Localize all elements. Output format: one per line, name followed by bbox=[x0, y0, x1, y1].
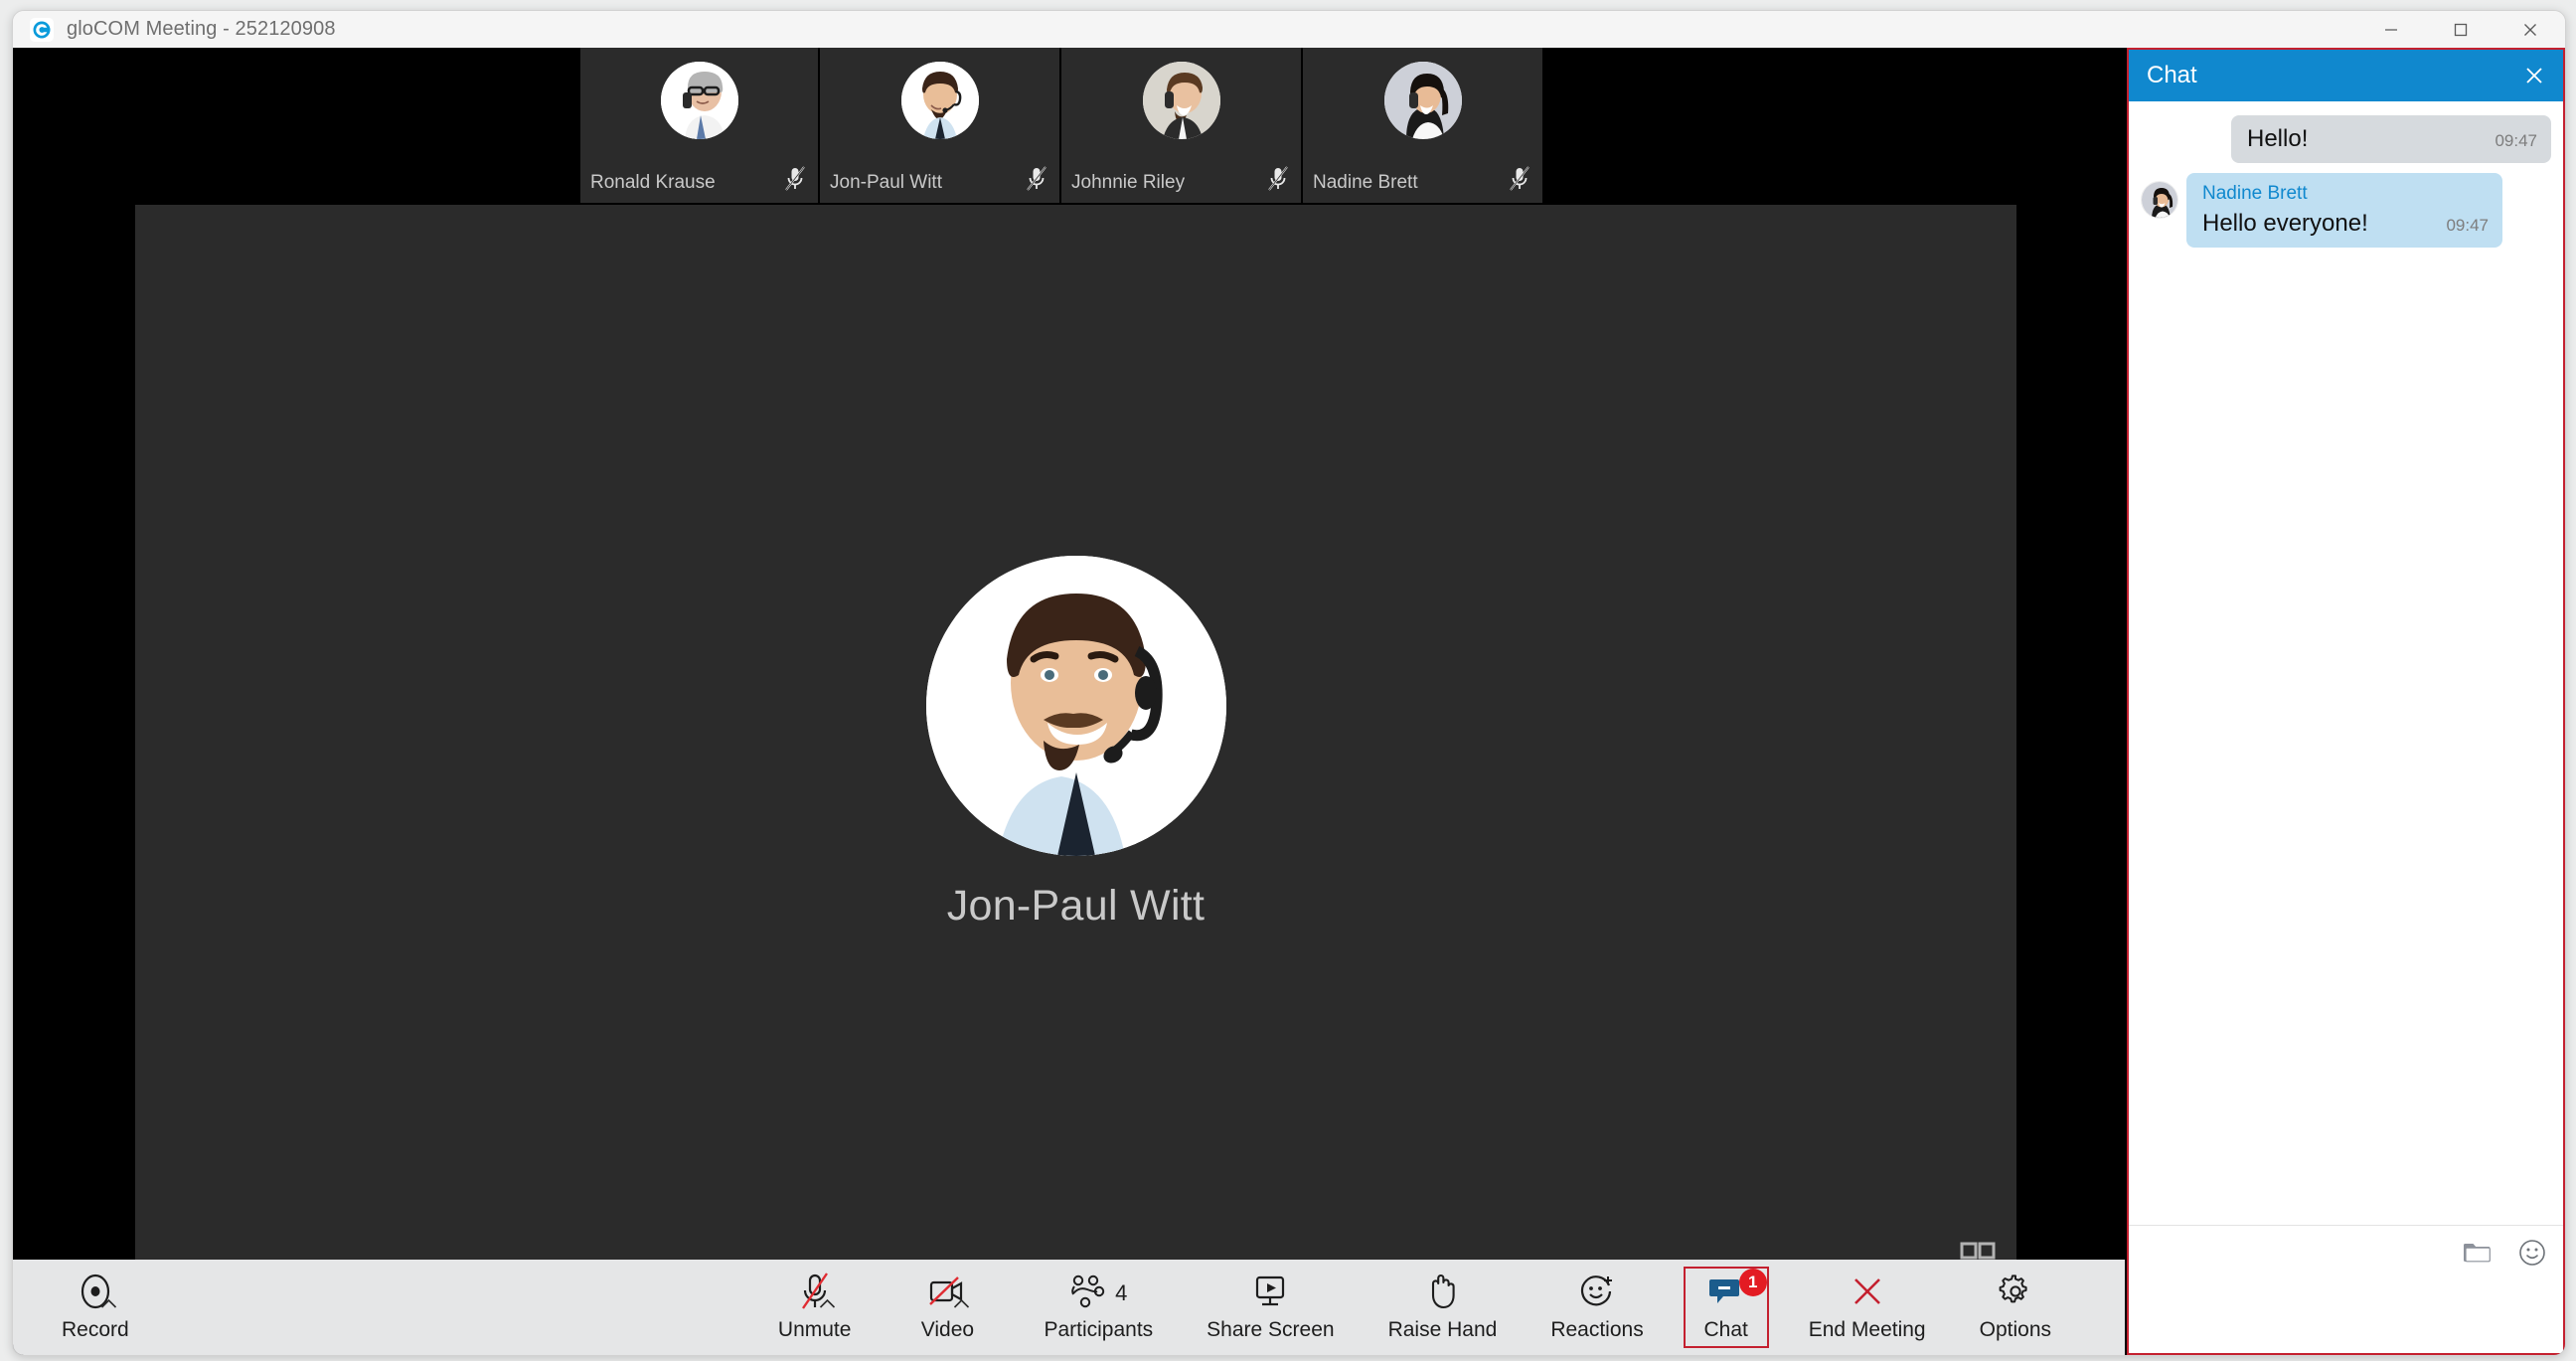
minimize-button[interactable] bbox=[2356, 11, 2426, 48]
end-meeting-icon-row bbox=[1851, 1273, 1884, 1314]
chat-bubble-line: Hello everyone! 09:47 bbox=[2202, 210, 2489, 238]
chat-message-time: 09:47 bbox=[2495, 131, 2537, 150]
participant-thumbnail[interactable]: Ronald Krause bbox=[578, 48, 820, 203]
window-title: gloCOM Meeting - 252120908 bbox=[67, 18, 336, 40]
participant-name: Ronald Krause bbox=[590, 172, 716, 193]
options-button[interactable]: Options bbox=[1966, 1267, 2065, 1348]
close-button[interactable] bbox=[2496, 11, 2565, 48]
meeting-window: gloCOM Meeting - 252120908 Ronald Krause… bbox=[12, 10, 2566, 1356]
share-screen-button[interactable]: Share Screen bbox=[1193, 1267, 1348, 1348]
end-meeting-button[interactable]: End Meeting bbox=[1795, 1267, 1940, 1348]
chat-button[interactable]: 1 Chat bbox=[1683, 1267, 1769, 1348]
mic-off-icon bbox=[1267, 166, 1289, 192]
raise-hand-icon-row bbox=[1426, 1273, 1458, 1314]
raise-hand-button[interactable]: Raise Hand bbox=[1374, 1267, 1512, 1348]
chat-message-sender: Nadine Brett bbox=[2202, 183, 2308, 204]
mic-off-icon bbox=[1026, 166, 1047, 192]
video-icon-row bbox=[928, 1273, 970, 1314]
meeting-toolbar: Record Unmute Video 4 Participants Share… bbox=[13, 1260, 2125, 1355]
app-root: gloCOM Meeting - 252120908 Ronald Krause… bbox=[0, 0, 2576, 1361]
chat-panel: Chat Hello! 09:47 Nadine Brett Hello eve… bbox=[2127, 48, 2565, 1355]
title-bar: gloCOM Meeting - 252120908 bbox=[13, 11, 2565, 48]
chat-bubble-line: Hello! 09:47 bbox=[2247, 125, 2537, 153]
participants-label: Participants bbox=[1044, 1318, 1154, 1341]
chat-message-list[interactable]: Hello! 09:47 Nadine Brett Hello everyone… bbox=[2129, 101, 2563, 1225]
participant-thumbnail-strip: Ronald Krause Jon-Paul Witt Johnnie Rile… bbox=[13, 48, 2110, 205]
chat-input-area bbox=[2129, 1225, 2563, 1353]
smiley-icon[interactable] bbox=[2515, 1236, 2549, 1270]
chat-bubble-incoming: Nadine Brett Hello everyone! 09:47 bbox=[2186, 173, 2502, 248]
unmute-label: Unmute bbox=[777, 1318, 852, 1341]
chat-label: Chat bbox=[1703, 1318, 1748, 1341]
glocom-logo-icon bbox=[30, 17, 54, 42]
chevron-up-icon[interactable] bbox=[100, 1295, 117, 1312]
mic-off-icon bbox=[784, 166, 806, 192]
participants-button[interactable]: 4 Participants bbox=[1030, 1267, 1167, 1348]
unmute-button[interactable]: Unmute bbox=[764, 1267, 866, 1348]
active-speaker-name: Jon-Paul Witt bbox=[946, 881, 1206, 930]
reactions-button[interactable]: Reactions bbox=[1536, 1267, 1657, 1348]
record-label: Record bbox=[62, 1318, 129, 1341]
end-meeting-icon bbox=[1851, 1275, 1884, 1313]
chat-message: Hello! 09:47 bbox=[2141, 115, 2551, 163]
close-icon[interactable] bbox=[2519, 61, 2549, 90]
end-meeting-label: End Meeting bbox=[1808, 1318, 1926, 1341]
reactions-icon bbox=[1579, 1275, 1615, 1313]
share-screen-label: Share Screen bbox=[1207, 1318, 1335, 1341]
participants-icon bbox=[1069, 1275, 1107, 1313]
video-button[interactable]: Video bbox=[904, 1267, 990, 1348]
avatar bbox=[2141, 181, 2178, 219]
avatar bbox=[1142, 62, 1220, 139]
chat-input-tools bbox=[2460, 1236, 2549, 1270]
avatar bbox=[900, 62, 979, 139]
reactions-icon-row bbox=[1579, 1273, 1615, 1314]
active-speaker-block: Jon-Paul Witt bbox=[925, 555, 1226, 931]
share-screen-icon bbox=[1252, 1275, 1288, 1313]
active-speaker-stage: Jon-Paul Witt bbox=[135, 205, 2016, 1296]
maximize-button[interactable] bbox=[2426, 11, 2496, 48]
chat-panel-header: Chat bbox=[2129, 50, 2563, 101]
chat-bubble-outgoing: Hello! 09:47 bbox=[2231, 115, 2551, 163]
participant-thumbnail[interactable]: Johnnie Riley bbox=[1061, 48, 1303, 203]
participants-icon-row: 4 bbox=[1069, 1273, 1127, 1314]
participants-count: 4 bbox=[1115, 1280, 1128, 1305]
avatar bbox=[1383, 62, 1462, 139]
chat-message-text: Hello! bbox=[2247, 125, 2309, 152]
avatar bbox=[925, 555, 1226, 856]
participant-name: Nadine Brett bbox=[1313, 172, 1418, 193]
reactions-label: Reactions bbox=[1550, 1318, 1644, 1341]
raise-hand-label: Raise Hand bbox=[1387, 1318, 1498, 1341]
record-icon-row bbox=[78, 1273, 116, 1314]
record-button[interactable]: Record bbox=[48, 1267, 143, 1348]
avatar bbox=[660, 62, 738, 139]
chat-message-text: Hello everyone! bbox=[2202, 210, 2368, 237]
chevron-up-icon[interactable] bbox=[819, 1295, 836, 1312]
chat-panel-title: Chat bbox=[2147, 62, 2197, 88]
window-controls bbox=[2356, 11, 2565, 48]
unmute-icon-row bbox=[798, 1272, 835, 1314]
participant-name: Jon-Paul Witt bbox=[830, 172, 942, 193]
share-screen-icon-row bbox=[1252, 1273, 1288, 1314]
participant-thumbnail[interactable]: Nadine Brett bbox=[1303, 48, 1544, 203]
participant-thumbnail[interactable]: Jon-Paul Witt bbox=[820, 48, 1061, 203]
options-icon-row bbox=[1998, 1273, 2033, 1314]
raise-hand-icon bbox=[1426, 1274, 1458, 1314]
mic-off-icon bbox=[1509, 166, 1530, 192]
chat-unread-badge: 1 bbox=[1738, 1269, 1767, 1296]
gear-icon bbox=[1998, 1274, 2033, 1314]
chat-icon-row: 1 bbox=[1707, 1269, 1767, 1314]
chevron-up-icon[interactable] bbox=[953, 1295, 970, 1312]
chat-message-time: 09:47 bbox=[2446, 216, 2489, 235]
participant-name: Johnnie Riley bbox=[1071, 172, 1186, 193]
video-label: Video bbox=[920, 1318, 975, 1341]
chat-message: Nadine Brett Hello everyone! 09:47 bbox=[2141, 173, 2551, 248]
options-label: Options bbox=[1979, 1318, 2051, 1341]
folder-icon[interactable] bbox=[2460, 1236, 2494, 1270]
